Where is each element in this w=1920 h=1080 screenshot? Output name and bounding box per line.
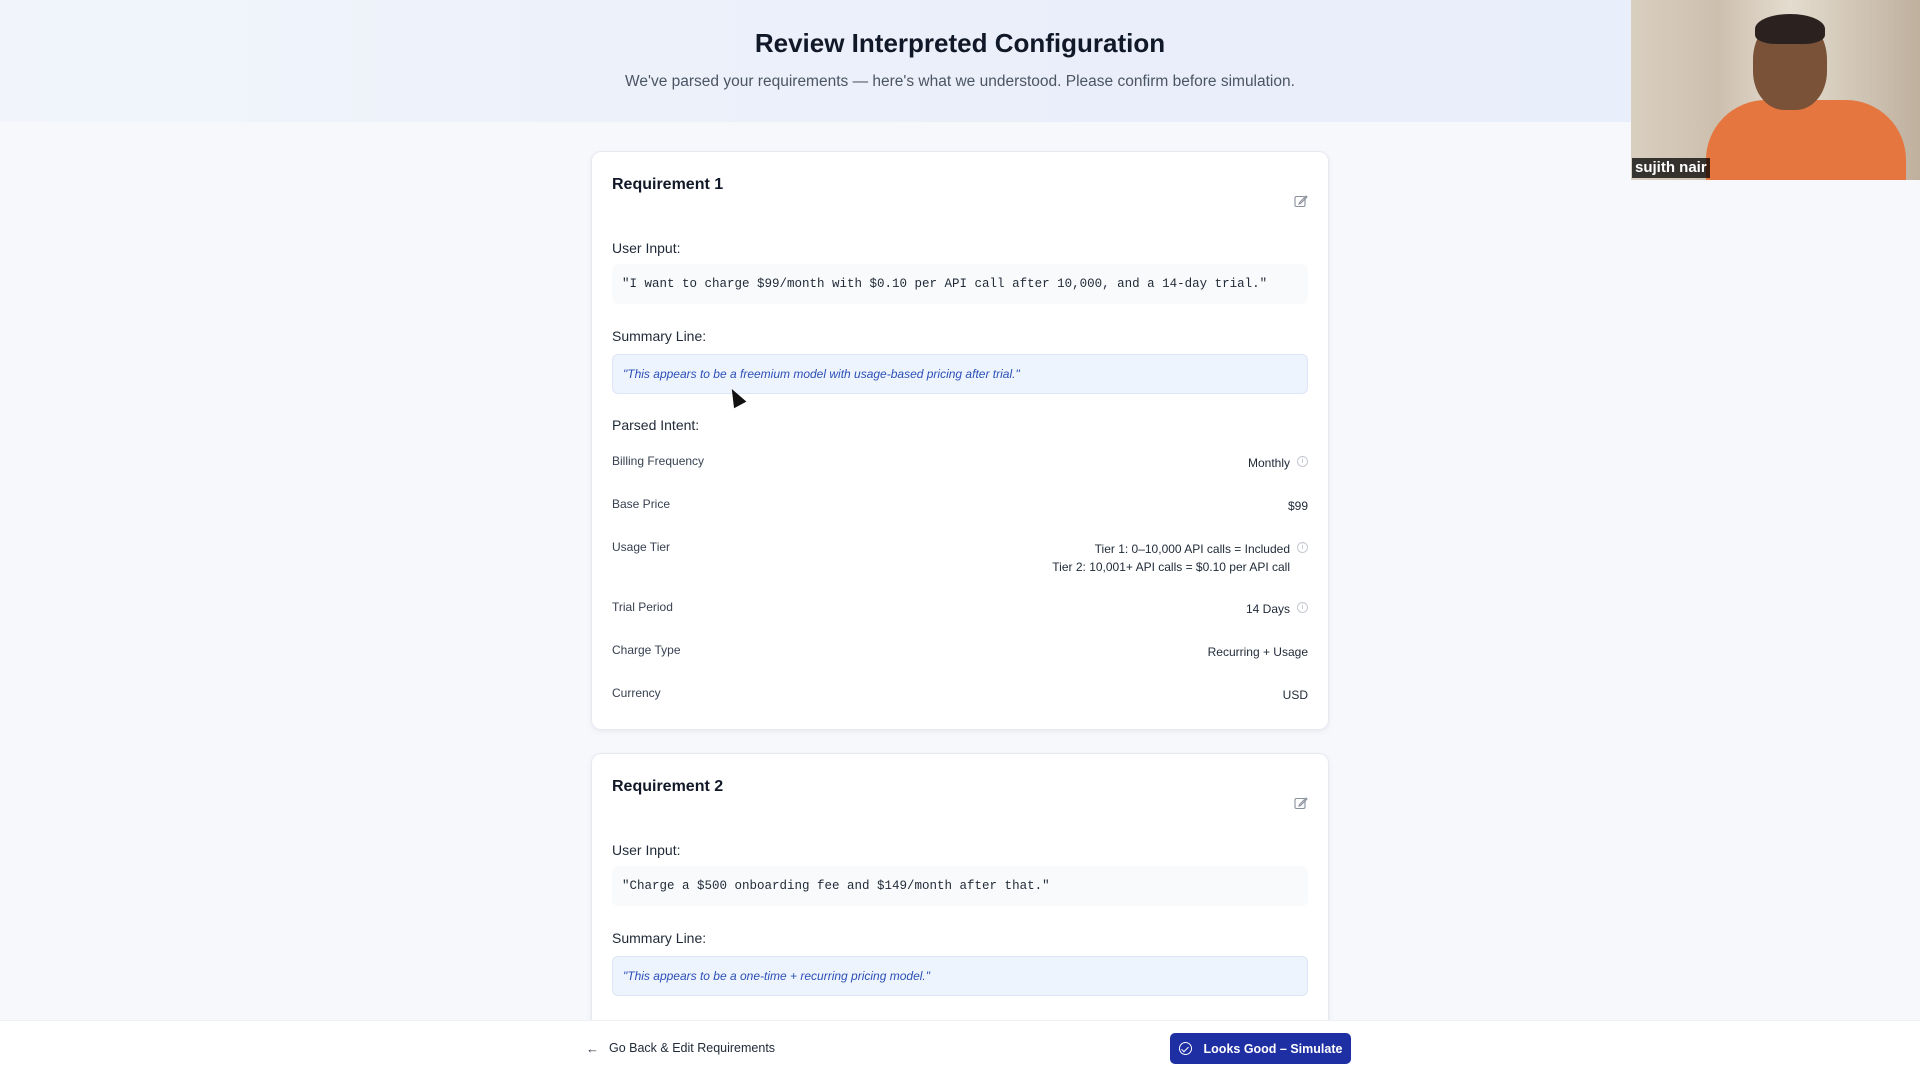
- arrow-left-icon: ←: [586, 1040, 599, 1056]
- video-participant-tile[interactable]: sujith nair: [1631, 0, 1920, 180]
- simulate-button[interactable]: Looks Good – Simulate: [1170, 1033, 1351, 1064]
- edit-icon[interactable]: [1294, 194, 1308, 208]
- intent-row-usage-tier: Usage Tier Tier 1: 0–10,000 API calls = …: [612, 540, 1308, 580]
- requirement-card-1: Requirement 1 User Input: "I want to cha…: [591, 151, 1329, 730]
- requirement-title: Requirement 2: [612, 778, 724, 795]
- user-input-text: "I want to charge $99/month with $0.10 p…: [612, 264, 1308, 304]
- requirement-title: Requirement 1: [612, 176, 724, 193]
- intent-row-currency: Currency USD: [612, 686, 1308, 706]
- info-icon[interactable]: i: [1297, 456, 1308, 467]
- participant-body: [1706, 100, 1906, 180]
- summary-line-text: "This appears to be a freemium model wit…: [612, 354, 1308, 394]
- intent-value: Monthly: [1247, 456, 1290, 470]
- usage-tier-line-1: Tier 1: 0–10,000 API calls = Included: [1094, 542, 1290, 556]
- intent-row-trial-period: Trial Period 14 Days i: [612, 600, 1308, 620]
- intent-key: Charge Type: [612, 643, 681, 657]
- go-back-button[interactable]: ← Go Back & Edit Requirements: [574, 1033, 788, 1063]
- intent-row-base-price: Base Price $99: [612, 497, 1308, 517]
- intent-key: Usage Tier: [612, 540, 671, 554]
- intent-key: Base Price: [612, 497, 671, 511]
- intent-value: 14 Days: [1245, 602, 1290, 616]
- edit-icon[interactable]: [1294, 796, 1308, 810]
- summary-line-text: "This appears to be a one-time + recurri…: [612, 956, 1308, 996]
- participant-hair: [1755, 14, 1825, 44]
- intent-row-charge-type: Charge Type Recurring + Usage: [612, 643, 1308, 663]
- intent-value: USD: [1282, 688, 1308, 702]
- check-circle-icon: [1178, 1042, 1192, 1055]
- user-input-label: User Input:: [612, 842, 681, 858]
- usage-tier-line-2: Tier 2: 10,001+ API calls = $0.10 per AP…: [1052, 560, 1290, 574]
- intent-value: Tier 1: 0–10,000 API calls = Included Ti…: [1052, 540, 1290, 576]
- summary-line-label: Summary Line:: [612, 930, 707, 946]
- intent-value: Recurring + Usage: [1207, 645, 1308, 659]
- user-input-text: "Charge a $500 onboarding fee and $149/m…: [612, 866, 1308, 906]
- intent-value: $99: [1287, 499, 1308, 513]
- intent-key: Trial Period: [612, 600, 673, 614]
- user-input-label: User Input:: [612, 240, 681, 256]
- intent-row-billing-frequency: Billing Frequency Monthly i: [612, 454, 1308, 474]
- go-back-label: Go Back & Edit Requirements: [609, 1041, 776, 1055]
- info-icon[interactable]: i: [1297, 542, 1308, 553]
- footer-bar: [0, 1020, 1920, 1080]
- summary-line-label: Summary Line:: [612, 328, 707, 344]
- participant-name-label: sujith nair: [1632, 158, 1710, 178]
- info-icon[interactable]: i: [1297, 602, 1308, 613]
- simulate-label: Looks Good – Simulate: [1203, 1041, 1343, 1056]
- intent-key: Currency: [612, 686, 661, 700]
- intent-key: Billing Frequency: [612, 454, 705, 468]
- parsed-intent-label: Parsed Intent:: [612, 417, 700, 433]
